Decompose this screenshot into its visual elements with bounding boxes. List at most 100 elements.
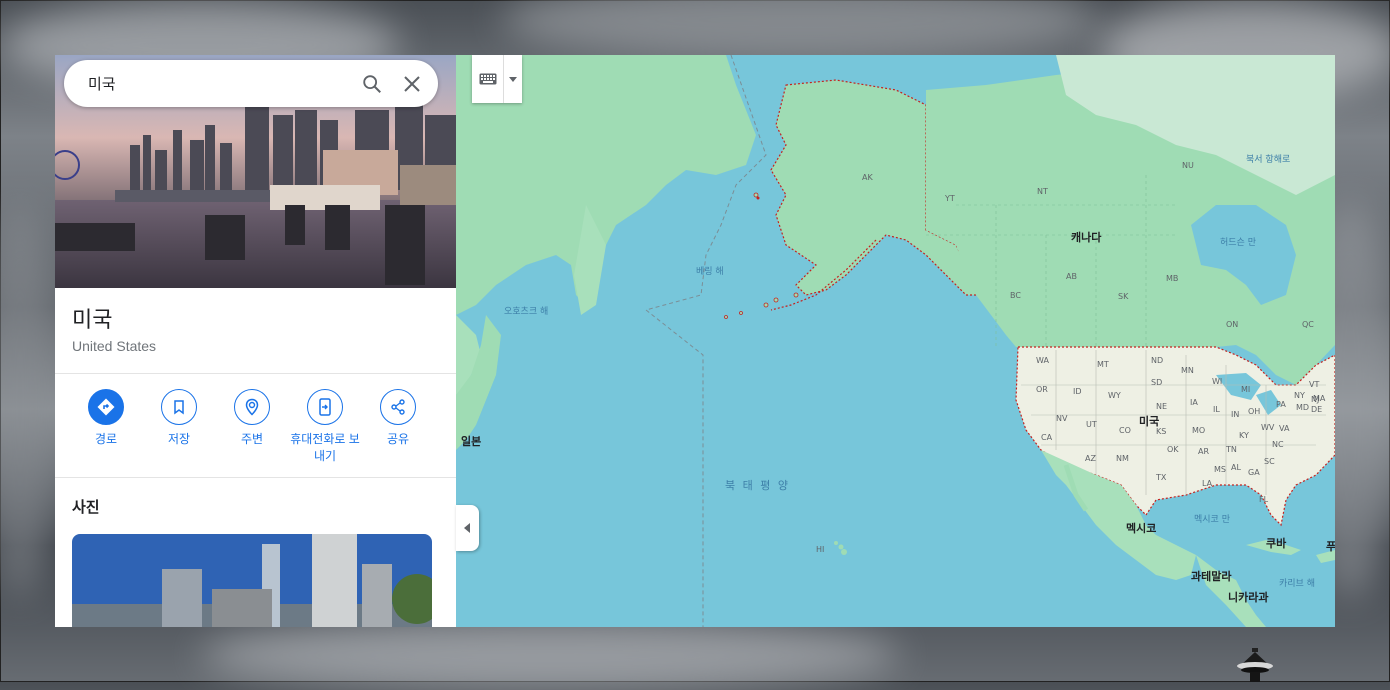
- map-label-country-partial[interactable]: 푸: [1326, 538, 1335, 554]
- search-box[interactable]: 미국: [64, 60, 438, 107]
- search-icon[interactable]: [352, 64, 392, 104]
- map-label-state: MS: [1214, 465, 1226, 474]
- map-label-water: 베링 해: [696, 267, 724, 277]
- map-label-state: MN: [1181, 366, 1194, 375]
- bookmark-icon: [161, 389, 197, 425]
- map-label-state: AZ: [1085, 454, 1096, 463]
- map-label-state: VT: [1309, 380, 1320, 389]
- map-label-state: FL: [1259, 495, 1269, 504]
- send-to-phone-icon: [307, 389, 343, 425]
- map-label-state: NV: [1056, 414, 1068, 423]
- close-icon[interactable]: [392, 64, 432, 104]
- map-label-country[interactable]: 멕시코: [1126, 520, 1156, 536]
- map-label-state: GA: [1248, 468, 1260, 477]
- photos-heading: 사진: [72, 499, 100, 516]
- send-to-phone-label: 휴대전화로 보내기: [290, 432, 360, 463]
- map-label-state: CA: [1041, 433, 1053, 442]
- chevron-left-icon: [463, 523, 470, 533]
- map-label-state: NY: [1294, 391, 1305, 400]
- map-label-state: WI: [1212, 377, 1223, 386]
- directions-icon: [88, 389, 124, 425]
- map-label-state: IN: [1231, 410, 1240, 419]
- map-label-state: NE: [1156, 402, 1168, 411]
- map-label-state: SD: [1151, 378, 1163, 387]
- map-label-state: ND: [1151, 356, 1164, 365]
- chevron-down-icon[interactable]: [504, 55, 522, 103]
- hero-image[interactable]: 미국: [55, 55, 456, 288]
- nearby-label: 주변: [240, 432, 264, 446]
- map-graphic: [456, 55, 1335, 627]
- map-canvas[interactable]: 미국 캐나다 멕시코 일본 쿠바 과테말라 니카라과 푸 WA OR ID MT…: [456, 55, 1335, 627]
- map-label-state: ID: [1073, 387, 1082, 396]
- map-label-state: OR: [1036, 385, 1048, 394]
- map-label-province: BC: [1010, 291, 1021, 300]
- map-label-state: AK: [862, 173, 873, 182]
- map-label-province: MB: [1166, 274, 1179, 283]
- map-label-country[interactable]: 니카라과: [1228, 589, 1268, 605]
- map-label-state: CO: [1119, 426, 1131, 435]
- map-label-state: TN: [1226, 445, 1237, 454]
- map-label-state: WY: [1108, 391, 1121, 400]
- map-label-ocean: 북 태 평 양: [725, 479, 790, 492]
- place-title: 미국: [72, 307, 113, 332]
- collapse-panel-button[interactable]: [456, 505, 479, 551]
- street-lamp-icon: [1237, 648, 1273, 682]
- map-label-state: OH: [1248, 407, 1261, 416]
- map-label-water: 오호츠크 해: [504, 307, 549, 317]
- map-label-state: TX: [1156, 473, 1167, 482]
- map-label-state: NC: [1272, 440, 1284, 449]
- map-label-state: AL: [1231, 463, 1241, 472]
- map-label-state: MI: [1241, 385, 1251, 394]
- map-label-state: MA: [1313, 394, 1326, 403]
- map-label-state: SC: [1264, 457, 1275, 466]
- nearby-icon: [234, 389, 270, 425]
- place-header: 미국 United States: [55, 288, 456, 374]
- map-label-state: KS: [1156, 427, 1167, 436]
- keyboard-control[interactable]: [472, 55, 522, 103]
- place-subtitle: United States: [72, 338, 157, 354]
- map-label-state: MD: [1296, 403, 1310, 412]
- directions-button[interactable]: 경로: [70, 389, 142, 448]
- map-label-province: NT: [1037, 187, 1048, 196]
- share-button[interactable]: 공유: [362, 389, 434, 448]
- map-label-state: WV: [1261, 423, 1275, 432]
- map-label-province: QC: [1302, 320, 1314, 329]
- map-label-state: PA: [1276, 400, 1286, 409]
- map-label-state: LA: [1202, 479, 1213, 488]
- map-label-state: MT: [1097, 360, 1109, 369]
- map-label-state: AR: [1198, 447, 1210, 456]
- map-label-province: NU: [1182, 161, 1194, 170]
- directions-label: 경로: [94, 432, 118, 446]
- map-label-province: AB: [1066, 272, 1077, 281]
- map-label-water: 허드슨 만: [1220, 238, 1256, 248]
- save-label: 저장: [167, 432, 191, 446]
- map-label-country[interactable]: 과테말라: [1191, 568, 1231, 584]
- save-button[interactable]: 저장: [143, 389, 215, 448]
- place-panel: 미국 미국 United States 경로 저장 주변 휴대전화로 보내기 공…: [55, 55, 457, 627]
- map-label-water: 카리브 해: [1279, 579, 1315, 589]
- cloud: [200, 620, 900, 690]
- map-label-state: WA: [1036, 356, 1049, 365]
- map-label-state: IA: [1190, 398, 1198, 407]
- map-label-water: 멕시코 만: [1194, 515, 1230, 525]
- map-label-state: NM: [1116, 454, 1129, 463]
- share-icon: [380, 389, 416, 425]
- send-to-phone-button[interactable]: 휴대전화로 보내기: [289, 389, 361, 465]
- map-label-province: ON: [1226, 320, 1239, 329]
- map-label-country[interactable]: 일본: [461, 433, 481, 449]
- search-input[interactable]: 미국: [88, 73, 352, 94]
- map-label-state: UT: [1086, 420, 1097, 429]
- nearby-button[interactable]: 주변: [216, 389, 288, 448]
- keyboard-icon[interactable]: [472, 55, 505, 103]
- map-label-state: IL: [1213, 405, 1220, 414]
- map-label-state: OK: [1167, 445, 1179, 454]
- share-label: 공유: [386, 432, 410, 446]
- map-label-water: 북서 항해로: [1246, 155, 1291, 165]
- photo-thumbnail[interactable]: [72, 534, 432, 627]
- map-label-country[interactable]: 쿠바: [1266, 535, 1286, 551]
- action-bar: 경로 저장 주변 휴대전화로 보내기 공유: [55, 373, 456, 478]
- map-label-state: MO: [1192, 426, 1206, 435]
- map-label-province: YT: [945, 194, 955, 203]
- map-label-state: HI: [816, 545, 825, 554]
- map-label-country[interactable]: 캐나다: [1071, 229, 1101, 245]
